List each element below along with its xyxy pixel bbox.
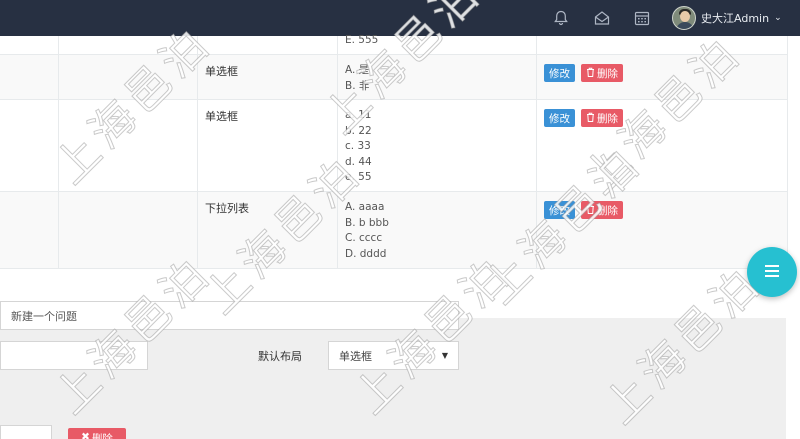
- option-item: c. 33: [345, 140, 371, 152]
- floating-menu-button[interactable]: [747, 247, 797, 297]
- calendar-icon[interactable]: [633, 9, 651, 27]
- bell-icon[interactable]: [552, 9, 570, 27]
- option-list: a. 11 b. 22 c. 33 d. 44 e. 55: [345, 108, 372, 186]
- question-sort-input[interactable]: [0, 341, 148, 370]
- avatar: [672, 6, 696, 30]
- table-row: 下拉列表 A. aaaa B. b bbb C. cccc D. dddd 修改…: [0, 192, 788, 269]
- table-row: E. 555: [0, 33, 788, 55]
- question-title-input[interactable]: [0, 301, 459, 330]
- new-question-panel: [0, 318, 786, 439]
- question-type: 单选框: [205, 65, 238, 78]
- layout-select[interactable]: 单选框 ▼: [328, 341, 459, 370]
- option-input[interactable]: [0, 425, 52, 439]
- edit-button[interactable]: 修改: [544, 64, 575, 82]
- option-item: B. 非: [345, 79, 370, 92]
- question-type: 单选框: [205, 110, 238, 123]
- option-item: d. 44: [345, 155, 372, 168]
- trash-icon: [586, 204, 595, 217]
- option-list: E. 555: [345, 33, 378, 49]
- delete-button-label: 删除: [597, 67, 618, 80]
- trash-icon: [586, 112, 595, 125]
- option-list: A. aaaa B. b bbb C. cccc D. dddd: [345, 200, 389, 262]
- table-row: 单选框 a. 11 b. 22 c. 33 d. 44 e. 55 修改 删除: [0, 100, 788, 192]
- layout-select-value: 单选框: [339, 349, 372, 363]
- delete-button-label: 删除: [597, 204, 618, 217]
- option-item: a. 11: [345, 109, 372, 121]
- delete-button-label: 删除: [597, 112, 618, 125]
- edit-button[interactable]: 修改: [544, 201, 575, 219]
- table-row: 单选框 A. 是 B. 非 修改 删除: [0, 55, 788, 100]
- delete-option-label: 删除: [91, 433, 113, 439]
- option-item: A. aaaa: [345, 201, 385, 213]
- option-item: e. 55: [345, 171, 372, 183]
- delete-button[interactable]: 删除: [581, 64, 623, 82]
- options-table: E. 555 单选框 A. 是 B. 非 修改 删除 单选框 a. 11 b. …: [0, 33, 788, 269]
- option-item: C. cccc: [345, 232, 383, 244]
- dropdown-arrow-icon: ▼: [441, 351, 448, 360]
- option-item: A. 是: [345, 64, 370, 76]
- question-type: 下拉列表: [205, 202, 249, 215]
- delete-button[interactable]: 删除: [581, 109, 623, 127]
- user-name: 史大江Admin: [701, 12, 770, 25]
- chevron-down-icon: ⌄: [774, 13, 782, 23]
- edit-button[interactable]: 修改: [544, 109, 575, 127]
- option-item: E. 555: [345, 34, 379, 46]
- envelope-open-icon[interactable]: [593, 9, 611, 27]
- top-navbar: 史大江Admin ⌄: [0, 0, 800, 36]
- user-menu[interactable]: 史大江Admin ⌄: [672, 5, 782, 31]
- close-icon: ✖: [81, 431, 90, 439]
- option-list: A. 是 B. 非: [345, 63, 369, 94]
- trash-icon: [586, 67, 595, 80]
- delete-button[interactable]: 删除: [581, 201, 623, 219]
- option-item: b. 22: [345, 124, 372, 137]
- layout-label: 默认布局: [258, 350, 302, 363]
- option-item: D. dddd: [345, 247, 387, 260]
- menu-icon: [764, 264, 780, 281]
- delete-option-button[interactable]: ✖ 删除: [68, 428, 126, 439]
- option-item: B. b bbb: [345, 216, 389, 229]
